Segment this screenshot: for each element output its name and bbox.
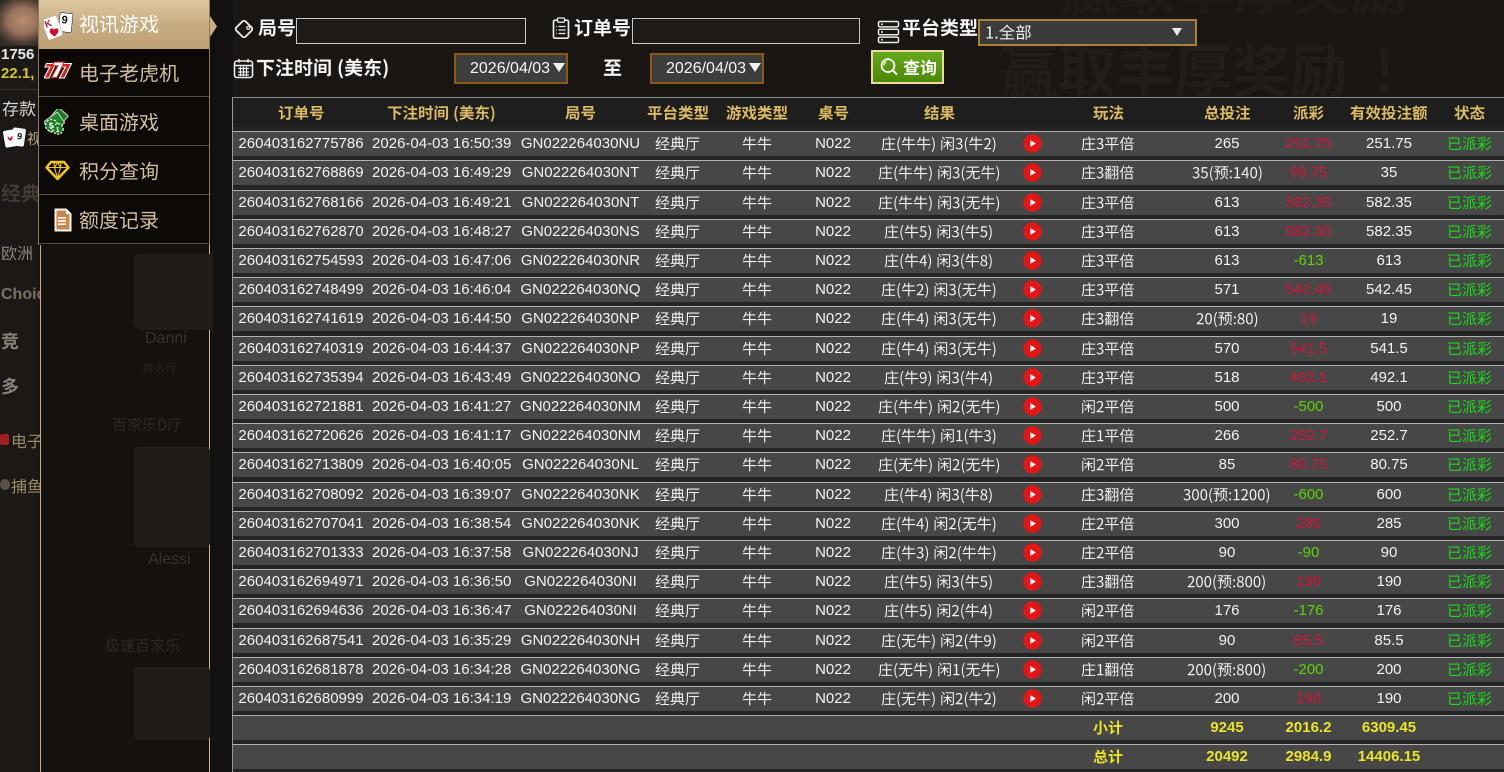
svg-text:1: 1 xyxy=(56,127,60,134)
svg-text:9: 9 xyxy=(61,14,68,27)
